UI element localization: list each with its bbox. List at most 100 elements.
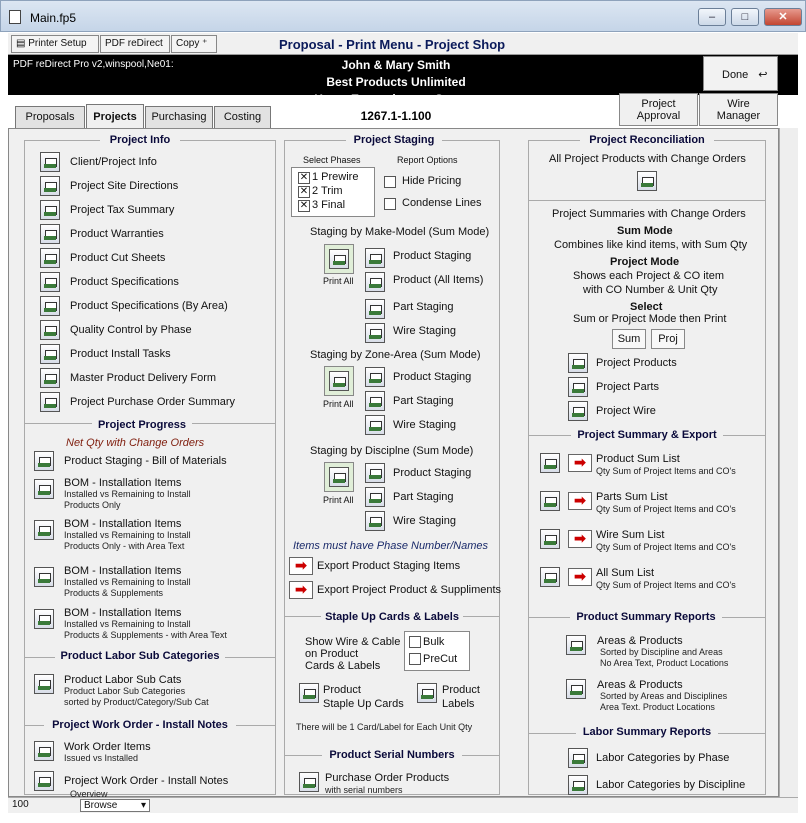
printer-icon[interactable] bbox=[34, 609, 54, 629]
mode-select[interactable]: Browse ▾ bbox=[80, 799, 150, 812]
printer-icon[interactable] bbox=[365, 367, 385, 387]
printer-icon[interactable] bbox=[365, 487, 385, 507]
project-info-item[interactable]: Product Specifications bbox=[70, 276, 179, 288]
phase-2-checkbox[interactable]: ✕ bbox=[298, 186, 310, 198]
wire-manager-button[interactable]: Wire Manager bbox=[699, 93, 778, 126]
project-info-item[interactable]: Product Specifications (By Area) bbox=[70, 300, 228, 312]
bom-item-title[interactable]: BOM - Installation Items bbox=[64, 518, 181, 530]
zoom-level[interactable]: 100 bbox=[12, 799, 29, 810]
staging-item[interactable]: Part Staging bbox=[393, 301, 454, 313]
bom-item-title[interactable]: BOM - Installation Items bbox=[64, 607, 181, 619]
printer-icon[interactable] bbox=[365, 463, 385, 483]
printer-icon[interactable] bbox=[40, 200, 60, 220]
project-info-item[interactable]: Project Purchase Order Summary bbox=[70, 396, 235, 408]
labor-summary-item[interactable]: Labor Categories by Discipline bbox=[596, 779, 745, 791]
printer-icon[interactable] bbox=[568, 377, 588, 397]
printer-icon[interactable] bbox=[34, 479, 54, 499]
condense-lines-checkbox[interactable] bbox=[384, 198, 396, 210]
printer-icon[interactable] bbox=[365, 299, 385, 319]
bulk-checkbox[interactable] bbox=[409, 636, 421, 648]
phase-1-checkbox[interactable]: ✕ bbox=[298, 172, 310, 184]
tab-proposals[interactable]: Proposals bbox=[15, 106, 85, 128]
printer-icon[interactable] bbox=[40, 320, 60, 340]
product-summary-item[interactable]: Areas & Products bbox=[597, 679, 683, 691]
printer-icon[interactable] bbox=[566, 635, 586, 655]
staging-item[interactable]: Wire Staging bbox=[393, 325, 456, 337]
printer-icon[interactable] bbox=[540, 453, 560, 473]
printer-icon[interactable] bbox=[40, 272, 60, 292]
project-info-item[interactable]: Product Cut Sheets bbox=[70, 252, 165, 264]
summary-export-item[interactable]: Product Sum List bbox=[596, 453, 680, 465]
printer-icon[interactable] bbox=[40, 224, 60, 244]
staging-item[interactable]: Product Staging bbox=[393, 371, 471, 383]
export-arrow-icon[interactable]: ➡ bbox=[289, 581, 313, 599]
printer-icon[interactable] bbox=[637, 171, 657, 191]
bom-item-title[interactable]: BOM - Installation Items bbox=[64, 477, 181, 489]
printer-icon[interactable] bbox=[568, 775, 588, 795]
printer-icon[interactable] bbox=[34, 741, 54, 761]
printer-icon[interactable] bbox=[34, 674, 54, 694]
printer-icon[interactable] bbox=[540, 491, 560, 511]
staging-item[interactable]: Product Staging bbox=[393, 467, 471, 479]
reconciliation-item[interactable]: Project Wire bbox=[596, 405, 656, 417]
export-arrow-icon[interactable]: ➡ bbox=[568, 454, 592, 472]
printer-icon[interactable] bbox=[568, 401, 588, 421]
printer-icon[interactable] bbox=[568, 353, 588, 373]
project-info-item[interactable]: Product Install Tasks bbox=[70, 348, 171, 360]
printer-icon[interactable] bbox=[34, 771, 54, 791]
export-arrow-icon[interactable]: ➡ bbox=[568, 492, 592, 510]
labor-summary-item[interactable]: Labor Categories by Phase bbox=[596, 752, 729, 764]
project-info-item[interactable]: Quality Control by Phase bbox=[70, 324, 192, 336]
printer-icon[interactable] bbox=[365, 323, 385, 343]
pdf-redirect-button[interactable]: PDF reDirect bbox=[100, 35, 170, 53]
printer-icon[interactable] bbox=[365, 415, 385, 435]
bom-item-title[interactable]: BOM - Installation Items bbox=[64, 565, 181, 577]
vertical-scrollbar[interactable] bbox=[779, 128, 798, 797]
copy-button[interactable]: Copy ⁺ bbox=[171, 35, 217, 53]
project-info-item[interactable]: Master Product Delivery Form bbox=[70, 372, 216, 384]
printer-setup-button[interactable]: ▤ Printer Setup bbox=[11, 35, 99, 53]
summary-export-item[interactable]: All Sum List bbox=[596, 567, 654, 579]
staging-item[interactable]: Wire Staging bbox=[393, 419, 456, 431]
printer-icon[interactable] bbox=[299, 683, 319, 703]
staging-item[interactable]: Product (All Items) bbox=[393, 274, 483, 286]
phase-3-checkbox[interactable]: ✕ bbox=[298, 200, 310, 212]
printer-icon[interactable] bbox=[540, 567, 560, 587]
export-arrow-icon[interactable]: ➡ bbox=[568, 568, 592, 586]
close-button[interactable]: ✕ bbox=[764, 8, 802, 26]
printer-icon[interactable] bbox=[40, 392, 60, 412]
staging-item[interactable]: Part Staging bbox=[393, 491, 454, 503]
summary-export-item[interactable]: Parts Sum List bbox=[596, 491, 668, 503]
product-summary-item[interactable]: Areas & Products bbox=[597, 635, 683, 647]
project-info-item[interactable]: Client/Project Info bbox=[70, 156, 157, 168]
minimize-button[interactable]: – bbox=[698, 8, 726, 26]
printer-icon[interactable] bbox=[40, 368, 60, 388]
hide-pricing-checkbox[interactable] bbox=[384, 176, 396, 188]
export-arrow-icon[interactable]: ➡ bbox=[568, 530, 592, 548]
reconciliation-item[interactable]: Project Parts bbox=[596, 381, 659, 393]
print-all-dp-button[interactable] bbox=[324, 462, 354, 492]
printer-icon[interactable] bbox=[40, 152, 60, 172]
printer-icon[interactable] bbox=[365, 272, 385, 292]
tab-projects[interactable]: Projects bbox=[86, 104, 144, 129]
printer-icon[interactable] bbox=[40, 344, 60, 364]
printer-icon[interactable] bbox=[40, 248, 60, 268]
staging-item[interactable]: Product Staging bbox=[393, 250, 471, 262]
done-button[interactable]: Done ↩ bbox=[703, 56, 778, 91]
sum-button[interactable]: Sum bbox=[612, 329, 646, 349]
printer-icon[interactable] bbox=[34, 567, 54, 587]
precut-checkbox[interactable] bbox=[409, 653, 421, 665]
print-all-za-button[interactable] bbox=[324, 366, 354, 396]
printer-icon[interactable] bbox=[540, 529, 560, 549]
printer-icon[interactable] bbox=[40, 296, 60, 316]
summary-export-item[interactable]: Wire Sum List bbox=[596, 529, 664, 541]
printer-icon[interactable] bbox=[566, 679, 586, 699]
printer-icon[interactable] bbox=[40, 176, 60, 196]
staging-item[interactable]: Wire Staging bbox=[393, 515, 456, 527]
tab-purchasing[interactable]: Purchasing bbox=[145, 106, 213, 128]
export-arrow-icon[interactable]: ➡ bbox=[289, 557, 313, 575]
project-info-item[interactable]: Project Site Directions bbox=[70, 180, 178, 192]
printer-icon[interactable] bbox=[299, 772, 319, 792]
printer-icon[interactable] bbox=[34, 520, 54, 540]
project-info-item[interactable]: Project Tax Summary bbox=[70, 204, 174, 216]
